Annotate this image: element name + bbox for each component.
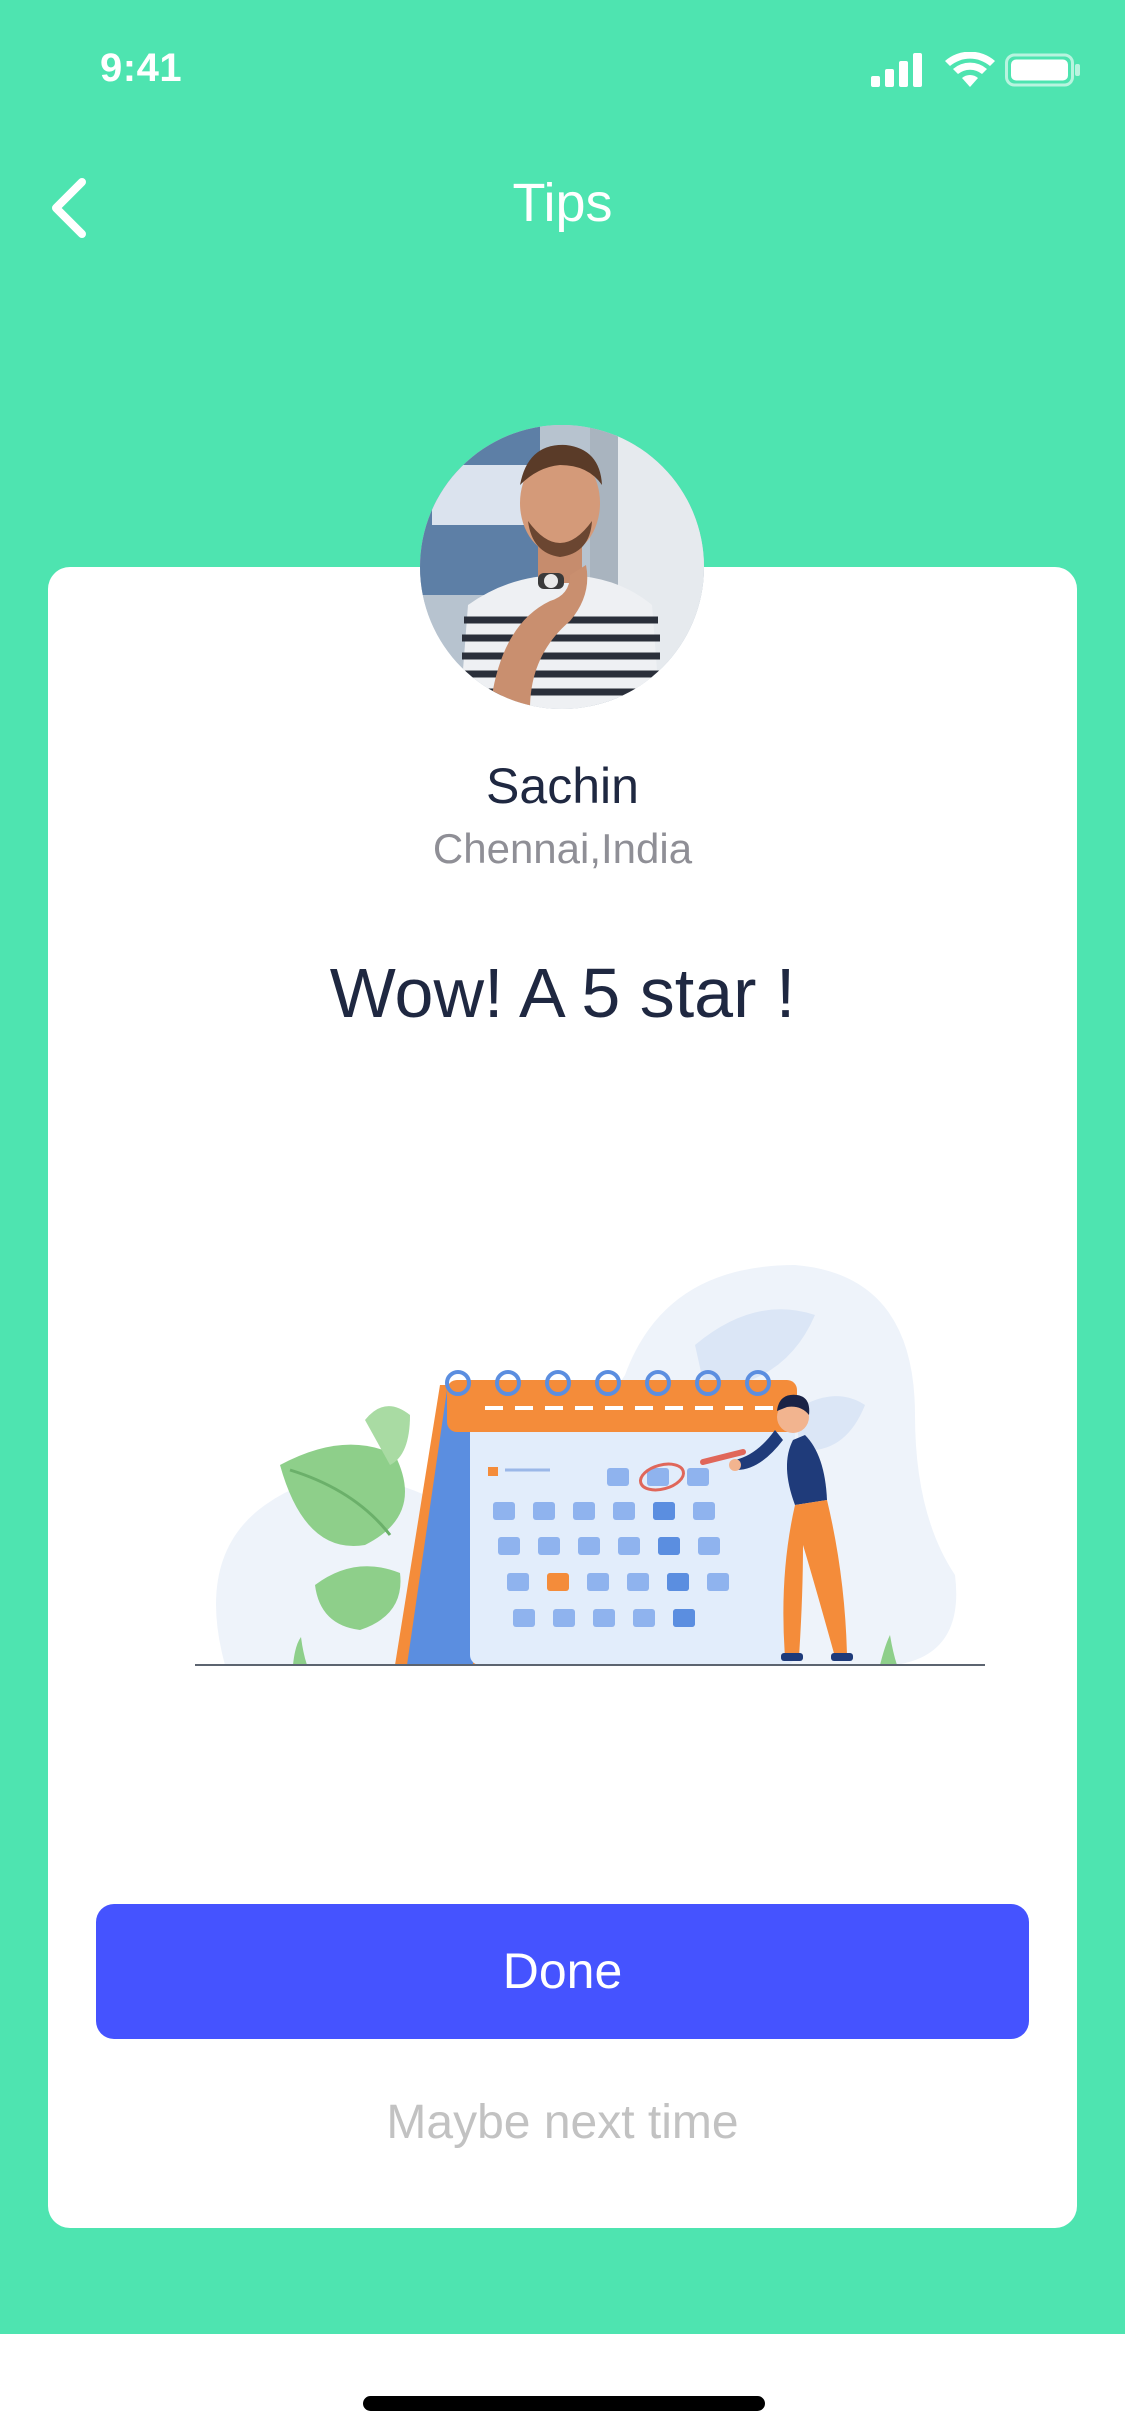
home-indicator-area <box>0 2334 1125 2436</box>
status-time: 9:41 <box>100 46 183 90</box>
avatar <box>420 425 704 709</box>
calendar-icon <box>395 1370 797 1665</box>
done-button[interactable]: Done <box>96 1904 1029 2039</box>
home-indicator[interactable] <box>363 2396 765 2411</box>
status-icons <box>871 52 1080 87</box>
navigation-bar: Tips <box>0 150 1125 260</box>
calendar-illustration <box>195 1265 985 1666</box>
user-name: Sachin <box>486 758 639 814</box>
avatar-photo <box>420 425 704 709</box>
battery-icon <box>1005 53 1080 87</box>
maybe-next-time-link[interactable]: Maybe next time <box>0 2095 1125 2150</box>
status-bar: 9:41 <box>0 0 1125 140</box>
user-location: Chennai,India <box>432 825 693 872</box>
page-title: Tips <box>512 173 613 233</box>
wifi-icon <box>945 52 995 87</box>
cellular-signal-icon <box>871 53 922 87</box>
rating-headline: Wow! A 5 star ! <box>329 954 796 1032</box>
